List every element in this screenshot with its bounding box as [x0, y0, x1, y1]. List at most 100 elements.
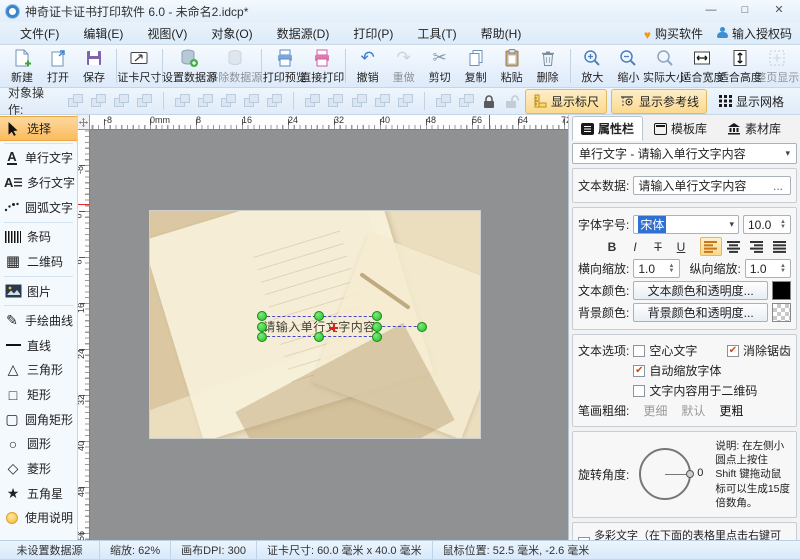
handle-bottom-left[interactable] — [257, 332, 267, 342]
rotation-dial[interactable]: 0 — [639, 448, 691, 500]
handle-top-center[interactable] — [314, 311, 324, 321]
text-color-swatch[interactable] — [772, 281, 791, 300]
menu-file[interactable]: 文件(F) — [8, 23, 71, 44]
tool-diamond[interactable]: ◇ 菱形 — [0, 456, 77, 481]
tool-multi-line-text[interactable]: A 多行文字 — [0, 170, 77, 195]
tab-properties[interactable]: 属性栏 — [572, 116, 643, 141]
save-button[interactable]: 保存 — [76, 46, 112, 86]
tool-rectangle[interactable]: □ 矩形 — [0, 382, 77, 407]
menu-help[interactable]: 帮助(H) — [469, 23, 534, 44]
stroke-default-link[interactable]: 默认 — [681, 402, 705, 419]
handle-top-right[interactable] — [372, 311, 382, 321]
bg-color-button[interactable]: 背景颜色和透明度... — [633, 303, 768, 322]
buy-software-link[interactable]: ♥购买软件 — [644, 25, 703, 42]
font-family-select[interactable]: 宋体 ▾ — [633, 215, 739, 234]
tool-rounded-rectangle[interactable]: ▢ 圆角矩形 — [0, 407, 77, 432]
handle-bottom-center[interactable] — [314, 332, 324, 342]
show-grid-toggle[interactable]: 显示网格 — [711, 89, 792, 114]
text-color-button[interactable]: 文本颜色和透明度... — [633, 281, 768, 300]
spinner-arrows-icon[interactable]: ▲▼ — [780, 220, 786, 230]
fit-width-button[interactable]: 适合宽度 — [684, 46, 721, 86]
delete-button[interactable]: 删除 — [530, 46, 566, 86]
paste-button[interactable]: 粘贴 — [494, 46, 530, 86]
menu-object[interactable]: 对象(O) — [199, 23, 264, 44]
italic-button[interactable]: I — [624, 237, 646, 256]
maximize-button[interactable]: □ — [730, 2, 760, 20]
new-button[interactable]: 新建 — [4, 46, 40, 86]
tab-materials[interactable]: 素材库 — [718, 116, 790, 141]
tool-arc-text[interactable]: 圆弧文字 — [0, 195, 77, 220]
tab-templates[interactable]: 模板库 — [645, 116, 716, 141]
set-datasource-button[interactable]: 设置数据源 — [167, 46, 212, 86]
align-left-button[interactable] — [700, 237, 722, 256]
font-section: 字体字号: 宋体 ▾ 10.0 ▲▼ B I T U — [572, 207, 797, 330]
multicolor-checkbox[interactable]: 多彩文字（在下面的表格里点击右键可修改颜色） — [578, 527, 791, 540]
stroke-thicker-link[interactable]: 更粗 — [719, 402, 743, 419]
tool-freehand[interactable]: ✎ 手绘曲线 — [0, 308, 77, 333]
tool-single-line-text[interactable]: A 单行文字 — [0, 146, 77, 171]
handle-top-left[interactable] — [257, 311, 267, 321]
handle-bottom-right[interactable] — [372, 332, 382, 342]
menu-edit[interactable]: 编辑(E) — [71, 23, 135, 44]
menu-view[interactable]: 视图(V) — [135, 23, 199, 44]
font-size-spinner[interactable]: 10.0 ▲▼ — [743, 215, 791, 234]
undo-button[interactable]: ↶ 撤销 — [350, 46, 386, 86]
autoscale-font-checkbox[interactable]: ✔自动缩放字体 — [633, 362, 791, 379]
tool-star[interactable]: ★ 五角星 — [0, 481, 77, 506]
vscale-spinner[interactable]: 1.0 ▲▼ — [745, 259, 791, 278]
zoom-out-button[interactable]: 缩小 — [610, 46, 646, 86]
copy-button[interactable]: 复制 — [458, 46, 494, 86]
strikethrough-button[interactable]: T — [647, 237, 669, 256]
align-justify-button[interactable] — [769, 237, 791, 256]
handle-middle-right[interactable] — [372, 322, 382, 332]
zoom-in-button[interactable]: 放大 — [574, 46, 610, 86]
guides-icon — [619, 94, 635, 108]
tool-circle[interactable]: ○ 圆形 — [0, 431, 77, 456]
menu-print[interactable]: 打印(P) — [341, 23, 405, 44]
text-data-input[interactable]: 请输入单行文字内容 ... — [633, 176, 791, 195]
actual-size-button[interactable]: 实际大小 — [646, 46, 683, 86]
bg-color-swatch[interactable] — [772, 303, 791, 322]
tool-image[interactable]: 图片 — [0, 279, 77, 304]
fit-height-button[interactable]: 适合高度 — [721, 46, 758, 86]
align-left-icon — [174, 93, 191, 109]
object-selector-dropdown[interactable]: 单行文字 - 请输入单行文字内容 ▾ — [572, 143, 797, 164]
underline-button[interactable]: U — [670, 237, 692, 256]
menu-tools[interactable]: 工具(T) — [405, 23, 468, 44]
database-remove-icon — [225, 48, 245, 68]
text-as-qrcode-checkbox[interactable]: 文字内容用于二维码 — [633, 382, 791, 399]
close-button[interactable]: ✕ — [764, 2, 794, 20]
help-link[interactable]: 使用说明 — [0, 505, 77, 530]
tool-barcode[interactable]: 条码 — [0, 225, 77, 250]
hollow-text-checkbox[interactable]: 空心文字 — [633, 342, 697, 359]
remove-datasource-button: 移除数据源 — [212, 46, 257, 86]
minimize-button[interactable]: — — [696, 2, 726, 20]
lock-icon[interactable] — [481, 93, 497, 110]
tool-qrcode[interactable]: ▦ 二维码 — [0, 249, 77, 274]
stroke-thinner-link[interactable]: 更细 — [643, 402, 667, 419]
hscale-spinner[interactable]: 1.0 ▲▼ — [633, 259, 679, 278]
cut-button[interactable]: ✂ 剪切 — [422, 46, 458, 86]
work-area[interactable]: 请输入单行文字内容 — [90, 130, 568, 540]
print-preview-button[interactable]: 打印预览 — [266, 46, 303, 86]
app-window: 神奇证卡证书打印软件 6.0 - 未命名2.idcp* — □ ✕ 文件(F) … — [0, 0, 800, 559]
card-size-button[interactable]: 证卡尺寸 — [121, 46, 158, 86]
license-link[interactable]: 输入授权码 — [717, 25, 792, 42]
show-ruler-toggle[interactable]: 显示标尺 — [525, 89, 607, 114]
rotation-handle[interactable] — [417, 322, 427, 332]
tool-triangle[interactable]: △ 三角形 — [0, 358, 77, 383]
show-guides-toggle[interactable]: 显示参考线 — [611, 89, 707, 114]
handle-middle-left[interactable] — [257, 322, 267, 332]
undo-icon: ↶ — [361, 48, 375, 68]
tool-select[interactable]: 选择 — [0, 116, 77, 141]
text-data-more-button[interactable]: ... — [770, 179, 786, 193]
tool-line[interactable]: 直线 — [0, 333, 77, 358]
align-center-button[interactable] — [723, 237, 745, 256]
bold-button[interactable]: B — [601, 237, 623, 256]
menu-datasource[interactable]: 数据源(D) — [265, 23, 342, 44]
open-button[interactable]: 打开 — [40, 46, 76, 86]
rotation-dial-knob[interactable] — [686, 470, 694, 478]
direct-print-button[interactable]: 直接打印 — [304, 46, 341, 86]
align-right-button[interactable] — [746, 237, 768, 256]
antialias-checkbox[interactable]: ✔消除锯齿 — [727, 342, 791, 359]
